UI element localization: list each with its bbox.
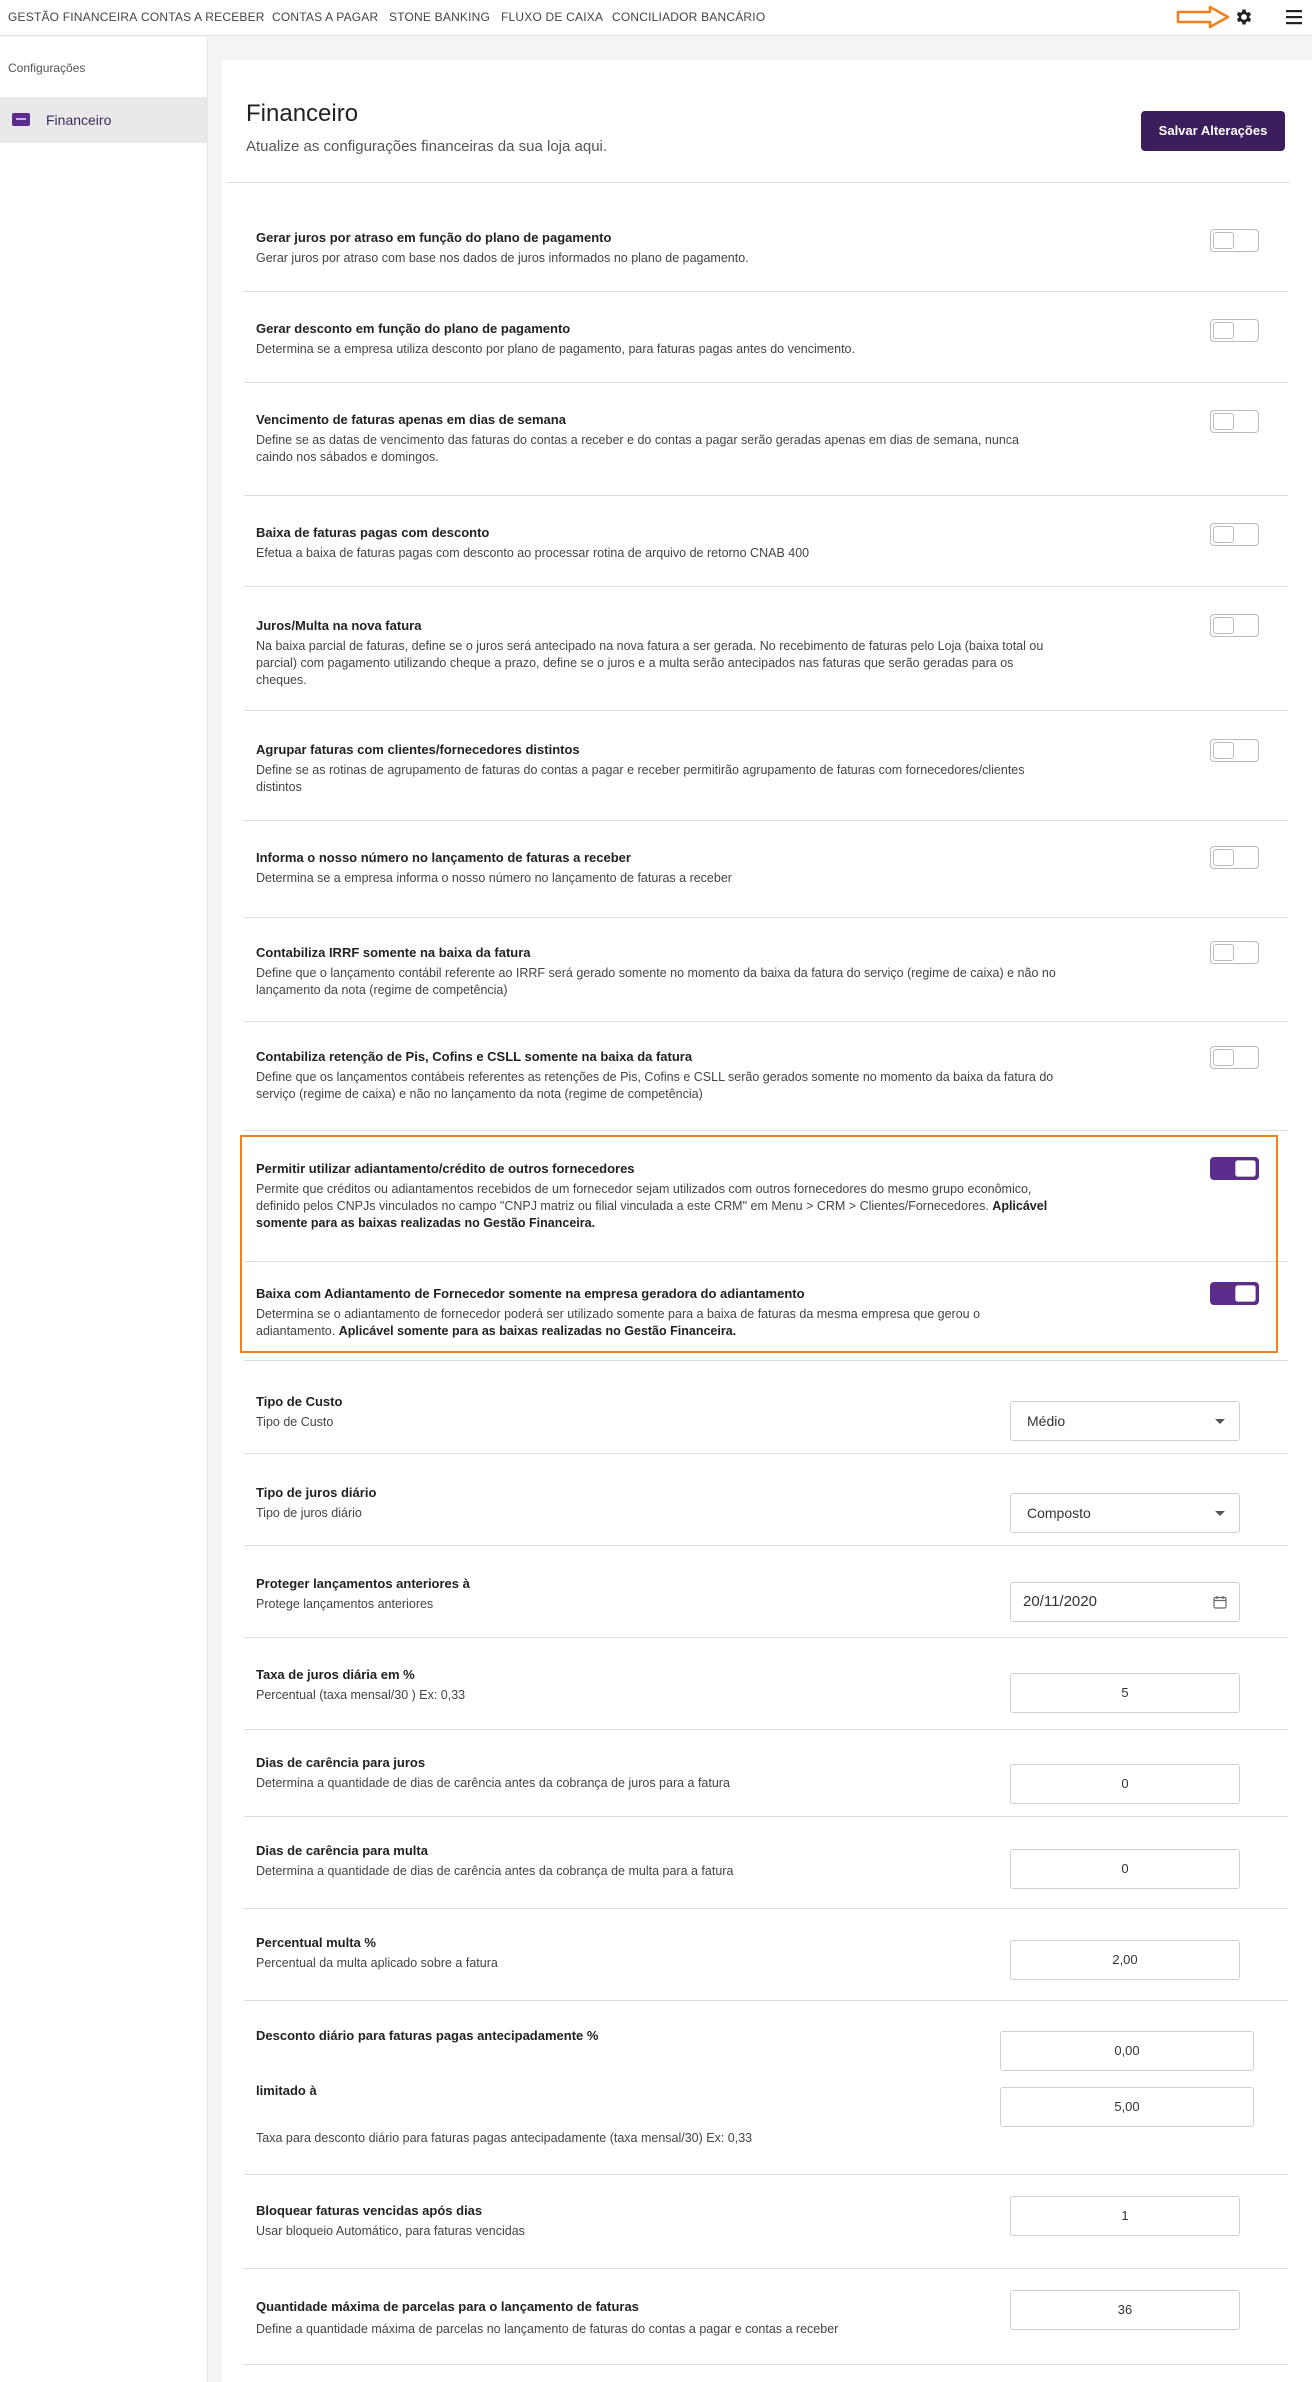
parcelas-max-input[interactable]: 36 [1010, 2290, 1240, 2330]
setting-description: Efetua a baixa de faturas pagas com desc… [256, 546, 810, 560]
setting-title: Dias de carência para juros [256, 1755, 426, 1770]
toggle-switch[interactable] [1210, 229, 1259, 252]
setting-title: Baixa de faturas pagas com desconto [256, 525, 490, 540]
proteger-date-input[interactable]: 20/11/2020 [1010, 1582, 1240, 1622]
setting-description: Determina se a empresa utiliza desconto … [256, 342, 855, 356]
sidebar: Configurações Financeiro [0, 37, 208, 2382]
toggle-switch[interactable] [1210, 410, 1259, 433]
setting-title: Dias de carência para multa [256, 1843, 428, 1858]
setting-row-pis-cofins-csll: Contabiliza retenção de Pis, Cofins e CS… [244, 1022, 1288, 1131]
highlight-frame [240, 1135, 1278, 1353]
setting-title: Proteger lançamentos anteriores à [256, 1576, 470, 1591]
setting-description: Usar bloqueio Automático, para faturas v… [256, 2224, 525, 2238]
divider [226, 182, 1290, 183]
carencia-juros-input[interactable]: 0 [1010, 1764, 1240, 1804]
setting-title: Gerar juros por atraso em função do plan… [256, 230, 612, 245]
desconto-limite-input[interactable]: 5,00 [1000, 2087, 1254, 2127]
setting-title: Contabiliza retenção de Pis, Cofins e CS… [256, 1049, 693, 1064]
limit-label: limitado à [256, 2083, 317, 2098]
sidebar-item-label: Financeiro [46, 112, 112, 128]
setting-row-baixa-desconto: Baixa de faturas pagas com desconto Efet… [244, 496, 1288, 587]
toggle-switch[interactable] [1210, 941, 1259, 964]
toggle-switch[interactable] [1210, 739, 1259, 762]
setting-row-nosso-numero: Informa o nosso número no lançamento de … [244, 821, 1288, 918]
save-changes-button[interactable]: Salvar Alterações [1141, 111, 1285, 151]
setting-description: Determina se a empresa informa o nosso n… [256, 871, 732, 885]
toggle-switch[interactable] [1210, 319, 1259, 342]
setting-row-agrupar-faturas: Agrupar faturas com clientes/fornecedore… [244, 711, 1288, 821]
setting-description: Gerar juros por atraso com base nos dado… [256, 251, 749, 265]
setting-row-juros-multa: Juros/Multa na nova fatura Na baixa parc… [244, 587, 1288, 711]
setting-title: Juros/Multa na nova fatura [256, 618, 422, 633]
setting-title: Quantidade máxima de parcelas para o lan… [256, 2299, 639, 2314]
carencia-multa-input[interactable]: 0 [1010, 1849, 1240, 1889]
setting-title: Desconto diário para faturas pagas antec… [256, 2028, 599, 2043]
page-title: Financeiro [246, 100, 359, 127]
setting-description: Percentual (taxa mensal/30 ) Ex: 0,33 [256, 1688, 466, 1702]
setting-title: Tipo de Custo [256, 1394, 343, 1409]
nav-stone-banking[interactable]: STONE BANKING [389, 10, 490, 24]
setting-description: Determina a quantidade de dias de carênc… [256, 1864, 734, 1878]
nav-contas-a-receber[interactable]: CONTAS A RECEBER [141, 10, 265, 24]
setting-row-irrf: Contabiliza IRRF somente na baixa da fat… [244, 918, 1288, 1022]
setting-title: Taxa de juros diária em % [256, 1667, 415, 1682]
setting-title: Agrupar faturas com clientes/fornecedore… [256, 742, 580, 757]
sidebar-title: Configurações [8, 61, 86, 75]
setting-title: Vencimento de faturas apenas em dias de … [256, 412, 566, 427]
setting-title: Bloquear faturas vencidas após dias [256, 2203, 483, 2218]
toggle-switch[interactable] [1210, 614, 1259, 637]
setting-description: Na baixa parcial de faturas, define se o… [256, 639, 1044, 687]
setting-title: Gerar desconto em função do plano de pag… [256, 321, 571, 336]
setting-description: Percentual da multa aplicado sobre a fat… [256, 1956, 498, 1970]
setting-row-desconto-plano: Gerar desconto em função do plano de pag… [244, 292, 1288, 383]
setting-title: Informa o nosso número no lançamento de … [256, 850, 631, 865]
gear-icon[interactable] [1234, 7, 1254, 27]
setting-row-juros-atraso: Gerar juros por atraso em função do plan… [244, 212, 1288, 292]
nav-contas-a-pagar[interactable]: CONTAS A PAGAR [272, 10, 378, 24]
nav-gestao-financeira[interactable]: GESTÃO FINANCEIRA [8, 10, 137, 24]
bloquear-dias-input[interactable]: 1 [1010, 2196, 1240, 2236]
toggle-switch[interactable] [1210, 846, 1259, 869]
percentual-multa-input[interactable]: 2,00 [1010, 1940, 1240, 1980]
taxa-juros-input[interactable]: 5 [1010, 1673, 1240, 1713]
desconto-input[interactable]: 0,00 [1000, 2031, 1254, 2071]
calendar-icon[interactable] [1213, 1595, 1227, 1609]
setting-description: Define a quantidade máxima de parcelas n… [256, 2322, 839, 2336]
setting-title: Contabiliza IRRF somente na baixa da fat… [256, 945, 531, 960]
nav-conciliador-bancario[interactable]: CONCILIADOR BANCÁRIO [612, 10, 765, 24]
tipo-juros-select[interactable]: Composto [1010, 1493, 1240, 1533]
setting-description: Tipo de juros diário [256, 1506, 362, 1520]
sidebar-item-financeiro[interactable]: Financeiro [0, 97, 208, 143]
tipo-custo-select[interactable]: Médio [1010, 1401, 1240, 1441]
setting-description: Determina a quantidade de dias de carênc… [256, 1776, 730, 1790]
setting-description: Protege lançamentos anteriores [256, 1597, 434, 1611]
money-icon [12, 113, 30, 126]
hamburger-menu-icon[interactable] [1284, 8, 1304, 26]
setting-description: Tipo de Custo [256, 1415, 334, 1429]
top-navigation: GESTÃO FINANCEIRA CONTAS A RECEBER CONTA… [0, 0, 1312, 36]
chevron-down-icon [1215, 1511, 1225, 1516]
setting-description: Taxa para desconto diário para faturas p… [256, 2131, 753, 2145]
setting-description: Define se as datas de vencimento das fat… [256, 433, 1019, 464]
setting-description: Define se as rotinas de agrupamento de f… [256, 763, 1025, 794]
setting-title: Tipo de juros diário [256, 1485, 377, 1500]
setting-description: Define que os lançamentos contábeis refe… [256, 1070, 1054, 1101]
setting-description: Define que o lançamento contábil referen… [256, 966, 1056, 997]
page-subtitle: Atualize as configurações financeiras da… [246, 138, 608, 155]
setting-row-dias-semana: Vencimento de faturas apenas em dias de … [244, 383, 1288, 496]
chevron-down-icon [1215, 1419, 1225, 1424]
setting-title: Percentual multa % [256, 1935, 376, 1950]
toggle-switch[interactable] [1210, 523, 1259, 546]
toggle-switch[interactable] [1210, 1046, 1259, 1069]
nav-fluxo-de-caixa[interactable]: FLUXO DE CAIXA [501, 10, 603, 24]
arrow-right-icon [1176, 5, 1230, 29]
